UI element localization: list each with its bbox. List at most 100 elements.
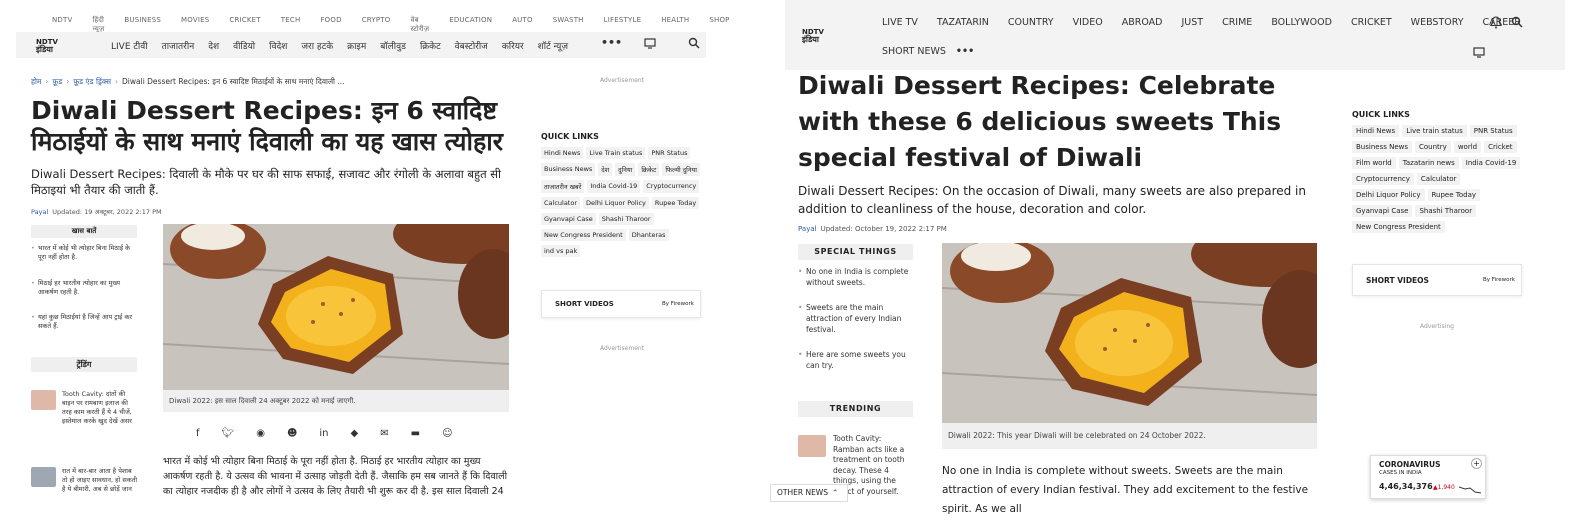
quick-link-tag[interactable]: Business News [541,163,596,176]
ndtv-india-logo[interactable]: NDTV इंडिया [800,26,840,48]
advertisement-label: Advertisement [600,77,645,84]
nav-link[interactable]: CRIME [1222,17,1252,28]
quick-link-tag[interactable]: Delhi Liquor Policy [583,197,649,209]
quick-link-tag[interactable]: फिल्मी दुनिया [662,163,700,176]
breadcrumb-sep-icon: › [66,77,70,86]
search-icon[interactable] [688,37,700,52]
twitter-icon[interactable]: 🐦︎ [222,428,235,439]
quick-link-tag[interactable]: Live Train status [586,147,646,159]
quick-link-tag[interactable]: Calculator [541,197,581,209]
quick-link-tag[interactable]: देश [598,163,613,176]
quick-link-tag[interactable]: Delhi Liquor Policy [1352,189,1425,201]
trending-item-link[interactable]: रात में बार-बार आता है पेशाब तो हो जाइए … [62,467,138,494]
quick-link-tag[interactable]: New Congress President [1352,221,1445,233]
nav-link[interactable]: शॉर्ट न्यूज़ [538,39,568,52]
author-link[interactable]: Payal [798,225,817,233]
nav-link[interactable]: COUNTRY [1008,17,1054,28]
breadcrumb-food[interactable]: फ़ूड [52,77,62,86]
tv-icon[interactable] [644,37,656,52]
quick-link-tag[interactable]: Tazatarin news [1398,157,1459,169]
nav-link[interactable]: क्राइम [347,39,366,52]
quick-link-tag[interactable]: Shashi Tharoor [1415,205,1477,217]
more-icon[interactable]: ••• [956,46,974,57]
quick-link-tag[interactable]: Cricket [1484,141,1517,153]
nav-link[interactable]: VIDEO [1073,17,1103,28]
whatsapp-icon[interactable]: ◉ [256,428,265,439]
nav-link[interactable]: करियर [502,39,524,52]
nav-link[interactable]: LIVE TV [882,17,918,28]
quick-link-tag[interactable]: India Covid-19 [587,180,641,193]
comment-icon[interactable]: ▬ [411,428,420,439]
facebook-icon[interactable]: f [196,428,200,439]
nav-link[interactable]: TAZATARIN [937,17,989,28]
tv-icon[interactable] [1473,46,1485,61]
quick-link-tag[interactable]: PNR Status [648,147,691,159]
quick-link-tag[interactable]: Hindi News [1352,125,1400,137]
quick-link-tag[interactable]: Gyanvapi Case [1352,205,1413,217]
snapchat-icon[interactable]: ☺ [442,428,452,439]
author-link[interactable]: Payal [31,208,48,216]
quick-link-tag[interactable]: Cryptocurrency [643,180,700,193]
nav-link[interactable]: WEBSTORY [1411,17,1464,28]
quick-links-list: Hindi News Live Train status PNR Status Bus… [541,147,711,261]
quick-link-tag[interactable]: Cryptocurrency [1352,173,1414,185]
bell-icon[interactable] [1490,16,1502,32]
trending-thumbnail[interactable] [31,390,56,410]
other-news-toggle[interactable]: OTHER NEWS ⌃ [770,484,848,502]
quick-link-tag[interactable]: Live train status [1402,125,1467,137]
quick-link-tag[interactable]: PNR Status [1469,125,1517,137]
quick-link-tag[interactable]: ind vs pak [541,245,581,257]
nav-link[interactable]: वीडियो [233,39,255,52]
quick-link-tag[interactable]: Rupee Today [1427,189,1481,201]
nav-link[interactable]: जरा हटके [301,39,333,52]
quick-link-tag[interactable]: Business News [1352,141,1413,153]
nav-links: LIVE TV TAZATARIN COUNTRY VIDEO ABROAD JUST CR… [882,17,1540,28]
quick-link-tag[interactable]: Film world [1352,157,1396,169]
trending-item-link[interactable]: Tooth Cavity: दांतों की बाइन पर रामबाण इ… [62,390,138,426]
koo-icon[interactable]: ◆ [351,428,359,439]
nav-link-short-news[interactable]: SHORT NEWS ••• [882,46,974,57]
nav-link[interactable]: JUST [1181,17,1203,28]
nav-link[interactable]: विदेश [269,39,287,52]
coronavirus-widget[interactable]: CORONAVIRUS CASES IN INDIA + 4,46,34,376… [1370,455,1486,499]
trending-thumbnail[interactable] [798,435,826,457]
quick-link-tag[interactable]: New Congress President [541,229,626,241]
nav-link[interactable]: CRICKET [1351,17,1392,28]
short-videos-widget[interactable]: SHORT VIDEOS By Firework [1352,264,1522,296]
nav-link[interactable]: ताजातरीन [162,39,195,52]
quick-link-tag[interactable]: Gyanvapi Case [541,213,596,225]
key-points-heading: खास बातें [31,225,137,238]
search-icon[interactable] [1511,16,1523,31]
nav-link[interactable]: BOLLYWOOD [1271,17,1332,28]
quick-link-tag[interactable]: Country [1415,141,1451,153]
quick-link-tag[interactable]: ताजातरीन खबरें [541,180,585,193]
breadcrumb-food-drinks[interactable]: फ़ूड एंड ड्रिंक्स [73,77,111,86]
linkedin-icon[interactable]: in [319,428,328,439]
nav-link[interactable]: देश [208,39,219,52]
quick-link-tag[interactable]: Rupee Today [651,197,700,209]
quick-link-tag[interactable]: world [1453,141,1482,153]
article-headline: Diwali Dessert Recipes: Celebrate with t… [798,71,1282,172]
quick-link-tag[interactable]: Dhanteras [628,229,669,241]
more-icon[interactable]: ••• [601,36,622,49]
quick-link-tag[interactable]: Calculator [1416,173,1461,185]
quick-link-tag[interactable]: क्रिकेट [638,163,660,176]
trending-thumbnail[interactable] [31,467,56,487]
nav-link[interactable]: बॉलीवुड [380,39,406,52]
nav-link[interactable]: क्रिकेट [420,39,441,52]
nav-link[interactable]: ABROAD [1122,17,1163,28]
short-videos-widget[interactable]: SHORT VIDEOS By Firework [541,290,701,318]
quick-link-tag[interactable]: India Covid-19 [1461,157,1521,169]
breadcrumb-home[interactable]: होम [31,77,41,86]
quick-link-tag[interactable]: दुनिया [615,163,636,176]
top-category-link[interactable]: SHOPPING [709,16,730,34]
quick-link-tag[interactable]: Hindi News [541,147,584,159]
quick-links-heading: QUICK LINKS [541,132,599,141]
quick-link-tag[interactable]: Shashi Tharoor [598,213,654,225]
nav-link[interactable]: LIVE टीवी [111,39,148,52]
expand-plus-icon[interactable]: + [1471,458,1482,469]
reddit-icon[interactable]: ☻ [287,428,297,439]
email-icon[interactable]: ✉ [380,428,388,439]
nav-link[interactable]: वेबस्टोरीज [455,39,488,52]
ndtv-india-logo[interactable]: NDTV इंडिया [34,36,74,54]
